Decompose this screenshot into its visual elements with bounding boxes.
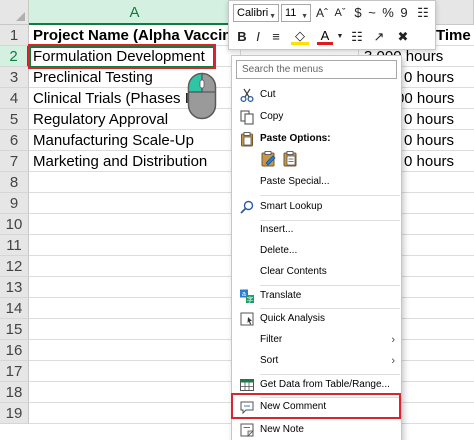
menu-item-copy[interactable]: Copy (232, 106, 401, 128)
menu-item-label: Clear Contents (260, 266, 327, 277)
menu-item-label: Delete... (260, 245, 298, 256)
menu-search-input[interactable]: Search the menus (236, 60, 397, 79)
svg-text:a: a (242, 291, 246, 298)
menu-item-quick-analysis[interactable]: Quick Analysis (232, 308, 401, 330)
select-all-corner[interactable] (0, 0, 29, 25)
italic-button[interactable]: I (251, 27, 265, 47)
column-header-a[interactable]: A (29, 0, 241, 25)
cell-c3[interactable]: 0 hours (404, 67, 474, 88)
cell-c4[interactable]: 00 hours (396, 88, 474, 109)
merge-icon[interactable]: ↗ (371, 27, 387, 47)
fill-color-icon[interactable]: ◇ (291, 27, 309, 45)
menu-item-filter[interactable]: Filter › (232, 329, 401, 351)
mouse-icon (187, 72, 217, 120)
menu-item-sort[interactable]: Sort › (232, 350, 401, 372)
row-header[interactable]: 6 (0, 130, 29, 151)
row-header[interactable]: 13 (0, 277, 29, 298)
clipboard-icon (241, 132, 253, 147)
menu-item-paste-options: Paste Options: (232, 128, 401, 150)
currency-icon[interactable]: $ (351, 3, 365, 23)
menu-item-clear-contents[interactable]: Clear Contents (232, 261, 401, 283)
paste-values-icon[interactable] (282, 150, 300, 168)
translate-icon: a 字 (240, 289, 254, 304)
font-name-value: Calibri (237, 7, 269, 19)
quick-analysis-icon (240, 312, 254, 326)
chevron-right-icon: › (391, 355, 395, 367)
row-header[interactable]: 5 (0, 109, 29, 130)
paste-formatting-icon[interactable] (260, 150, 278, 168)
comma-style-icon[interactable]: 9 (397, 3, 411, 23)
cell-a6[interactable]: Manufacturing Scale-Up (33, 130, 238, 151)
scissors-icon (240, 88, 254, 103)
cell-c6[interactable]: 0 hours (404, 130, 474, 151)
menu-item-new-note[interactable]: New Note (232, 419, 401, 440)
row-header[interactable]: 3 (0, 67, 29, 88)
row-header[interactable]: 8 (0, 172, 29, 193)
row-header[interactable]: 10 (0, 214, 29, 235)
font-size-box[interactable]: 11 ▼ (281, 4, 311, 22)
chevron-down-icon[interactable]: ▼ (335, 27, 345, 47)
cell-a7[interactable]: Marketing and Distribution (33, 151, 238, 172)
menu-item-translate[interactable]: a 字 Translate (232, 285, 401, 307)
row-header[interactable]: 15 (0, 319, 29, 340)
search-icon (240, 200, 254, 214)
font-name-box[interactable]: Calibri ▼ (233, 4, 279, 22)
menu-item-label: New Note (260, 424, 304, 435)
menu-item-insert[interactable]: Insert... (232, 219, 401, 241)
header-cell-a1[interactable]: Project Name (Alpha Vaccines (33, 25, 238, 46)
menu-item-label: Sort (260, 355, 279, 366)
row-header[interactable]: 11 (0, 235, 29, 256)
menu-item-label: Filter (260, 334, 283, 345)
menu-item-paste-special[interactable]: Paste Special... (232, 171, 401, 193)
dropdown-icon[interactable]: ~ (365, 3, 379, 23)
row-header[interactable]: 17 (0, 361, 29, 382)
font-color-icon[interactable]: A (317, 27, 333, 45)
bold-button[interactable]: B (235, 27, 249, 47)
chevron-down-icon: ▼ (269, 13, 276, 20)
menu-item-label: Quick Analysis (260, 313, 326, 324)
menu-item-label: Cut (260, 89, 276, 100)
menu-item-label: Translate (260, 290, 302, 301)
menu-item-delete[interactable]: Delete... (232, 240, 401, 262)
mini-toolbar: Calibri ▼ 11 ▼ Aˆ Aˇ $ ~ % 9 ☷ B I ≡ ◇ A… (228, 0, 436, 50)
increase-font-icon[interactable]: Aˆ (314, 3, 330, 23)
font-size-value: 11 (285, 7, 297, 19)
chevron-down-icon: ▼ (301, 13, 308, 20)
decrease-font-icon[interactable]: Aˇ (332, 3, 348, 23)
menu-item-label: Smart Lookup (260, 201, 323, 212)
format-painter-icon[interactable]: ☷ (415, 3, 431, 23)
copy-icon (240, 110, 254, 125)
row-header[interactable]: 19 (0, 403, 29, 424)
menu-item-label: Copy (260, 111, 284, 122)
chevron-right-icon: › (391, 334, 395, 346)
note-icon (240, 423, 254, 437)
context-menu: Search the menus Cut Copy Paste Options: (231, 55, 402, 440)
row-header[interactable]: 2 (0, 46, 29, 67)
row-header[interactable]: 1 (0, 25, 29, 46)
row-header[interactable]: 12 (0, 256, 29, 277)
menu-item-label: Paste Options: (260, 133, 331, 144)
borders-icon[interactable]: ☷ (349, 27, 365, 47)
row-header[interactable]: 16 (0, 340, 29, 361)
row-header[interactable]: 4 (0, 88, 29, 109)
highlight-box-new-comment (231, 393, 401, 419)
percent-icon[interactable]: % (381, 3, 395, 23)
menu-item-cut[interactable]: Cut (232, 84, 401, 106)
menu-item-smart-lookup[interactable]: Smart Lookup (232, 196, 401, 218)
cell-c7[interactable]: 0 hours (404, 151, 474, 172)
highlight-box-cell (28, 44, 216, 69)
menu-item-label: Insert... (260, 224, 294, 235)
row-header[interactable]: 14 (0, 298, 29, 319)
svg-text:字: 字 (247, 295, 254, 304)
table-icon (240, 379, 254, 391)
row-header[interactable]: 7 (0, 151, 29, 172)
menu-item-label: Paste Special... (260, 176, 330, 187)
row-header[interactable]: 9 (0, 193, 29, 214)
clear-format-icon[interactable]: ✖ (395, 27, 411, 47)
header-cell-c1[interactable]: Time (436, 25, 474, 46)
align-center-icon[interactable]: ≡ (267, 27, 285, 47)
cell-c5[interactable]: 0 hours (404, 109, 474, 130)
row-header[interactable]: 18 (0, 382, 29, 403)
